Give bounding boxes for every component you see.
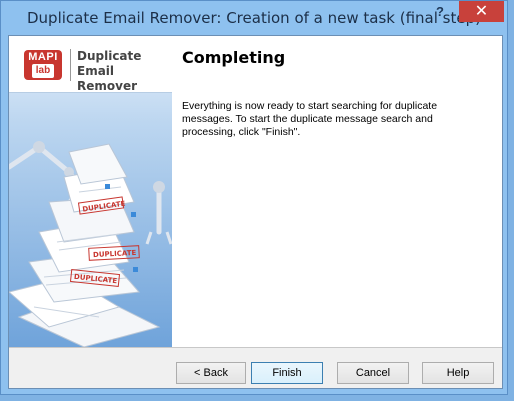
cancel-button[interactable]: Cancel <box>337 362 409 384</box>
wizard-window: Duplicate Email Remover: Creation of a n… <box>0 0 508 395</box>
product-logo: MAPI lab Duplicate Email Remover <box>9 36 172 93</box>
page-description: Everything is now ready to start searchi… <box>182 100 438 138</box>
window-title: Duplicate Email Remover: Creation of a n… <box>27 9 481 27</box>
title-bar[interactable]: Duplicate Email Remover: Creation of a n… <box>1 1 507 34</box>
mapilab-logo-icon: MAPI lab <box>24 50 62 80</box>
svg-text:DUPLICATE: DUPLICATE <box>93 249 137 259</box>
page-title: Completing <box>182 48 286 67</box>
finish-button[interactable]: Finish <box>251 362 323 384</box>
help-button[interactable]: Help <box>422 362 494 384</box>
product-name: Duplicate Email Remover <box>77 49 142 93</box>
back-button[interactable]: < Back <box>176 362 246 384</box>
wizard-client-area: MAPI lab Duplicate Email Remover DUPLICA… <box>8 35 503 389</box>
close-button[interactable]: ✕ <box>459 1 504 22</box>
help-icon[interactable]: ? <box>426 1 454 23</box>
duplicate-emails-illustration: DUPLICATE DUPLICATE DUPLICATE <box>9 141 172 347</box>
side-banner: MAPI lab Duplicate Email Remover DUPLICA… <box>9 36 172 347</box>
logo-divider <box>70 49 71 81</box>
footer-divider <box>9 347 502 348</box>
wizard-content: Completing Everything is now ready to st… <box>172 36 502 347</box>
